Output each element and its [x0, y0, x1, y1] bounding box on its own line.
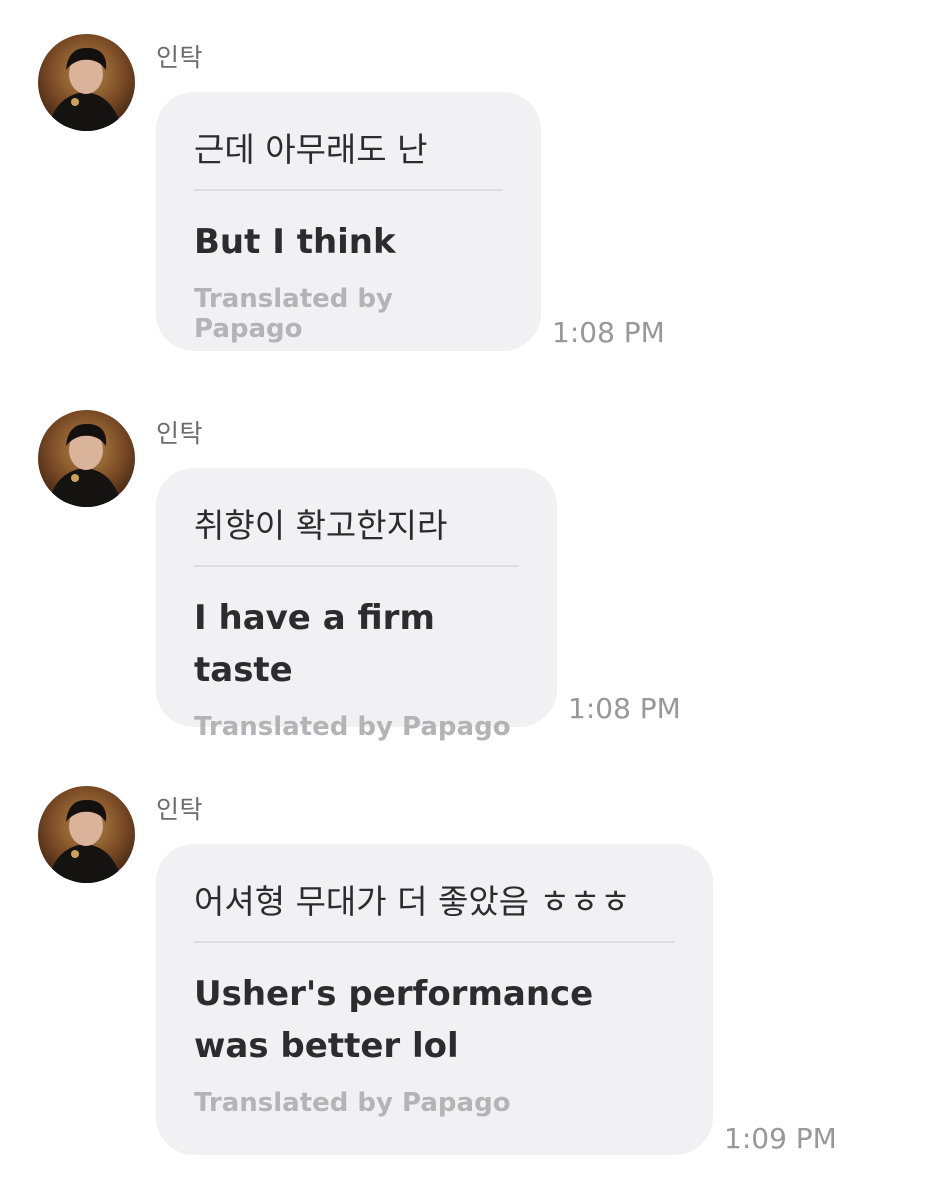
translated-text: I have a firm taste: [194, 598, 435, 690]
sender-name: 인탁: [156, 419, 204, 448]
translated-text: But I think: [194, 222, 396, 262]
message-bubble[interactable]: 취향이 확고한지라 I have a firm taste Translated…: [156, 468, 557, 742]
avatar[interactable]: [38, 34, 135, 131]
message-bubble[interactable]: 근데 아무래도 난 But I think Translated by Papa…: [156, 92, 541, 351]
original-text: 취향이 확고한지라: [194, 506, 448, 545]
timestamp: 1:08 PM: [552, 316, 665, 349]
divider: [194, 565, 519, 567]
timestamp: 1:08 PM: [568, 692, 681, 725]
sender-name: 인탁: [156, 795, 204, 824]
translation-credit: Translated by Papago: [194, 284, 393, 344]
translation-credit: Translated by Papago: [194, 1088, 511, 1118]
timestamp: 1:09 PM: [724, 1122, 837, 1155]
divider: [194, 941, 675, 943]
sender-name: 인탁: [156, 43, 204, 72]
avatar[interactable]: [38, 786, 135, 883]
original-text: 근데 아무래도 난: [194, 130, 428, 169]
translation-credit: Translated by Papago: [194, 712, 511, 742]
avatar[interactable]: [38, 410, 135, 507]
message-bubble[interactable]: 어셔형 무대가 더 좋았음 ㅎㅎㅎ Usher's performance wa…: [156, 844, 713, 1155]
translated-text: Usher's performance was better lol: [194, 974, 594, 1066]
original-text: 어셔형 무대가 더 좋았음 ㅎㅎㅎ: [194, 882, 631, 921]
divider: [194, 189, 503, 191]
